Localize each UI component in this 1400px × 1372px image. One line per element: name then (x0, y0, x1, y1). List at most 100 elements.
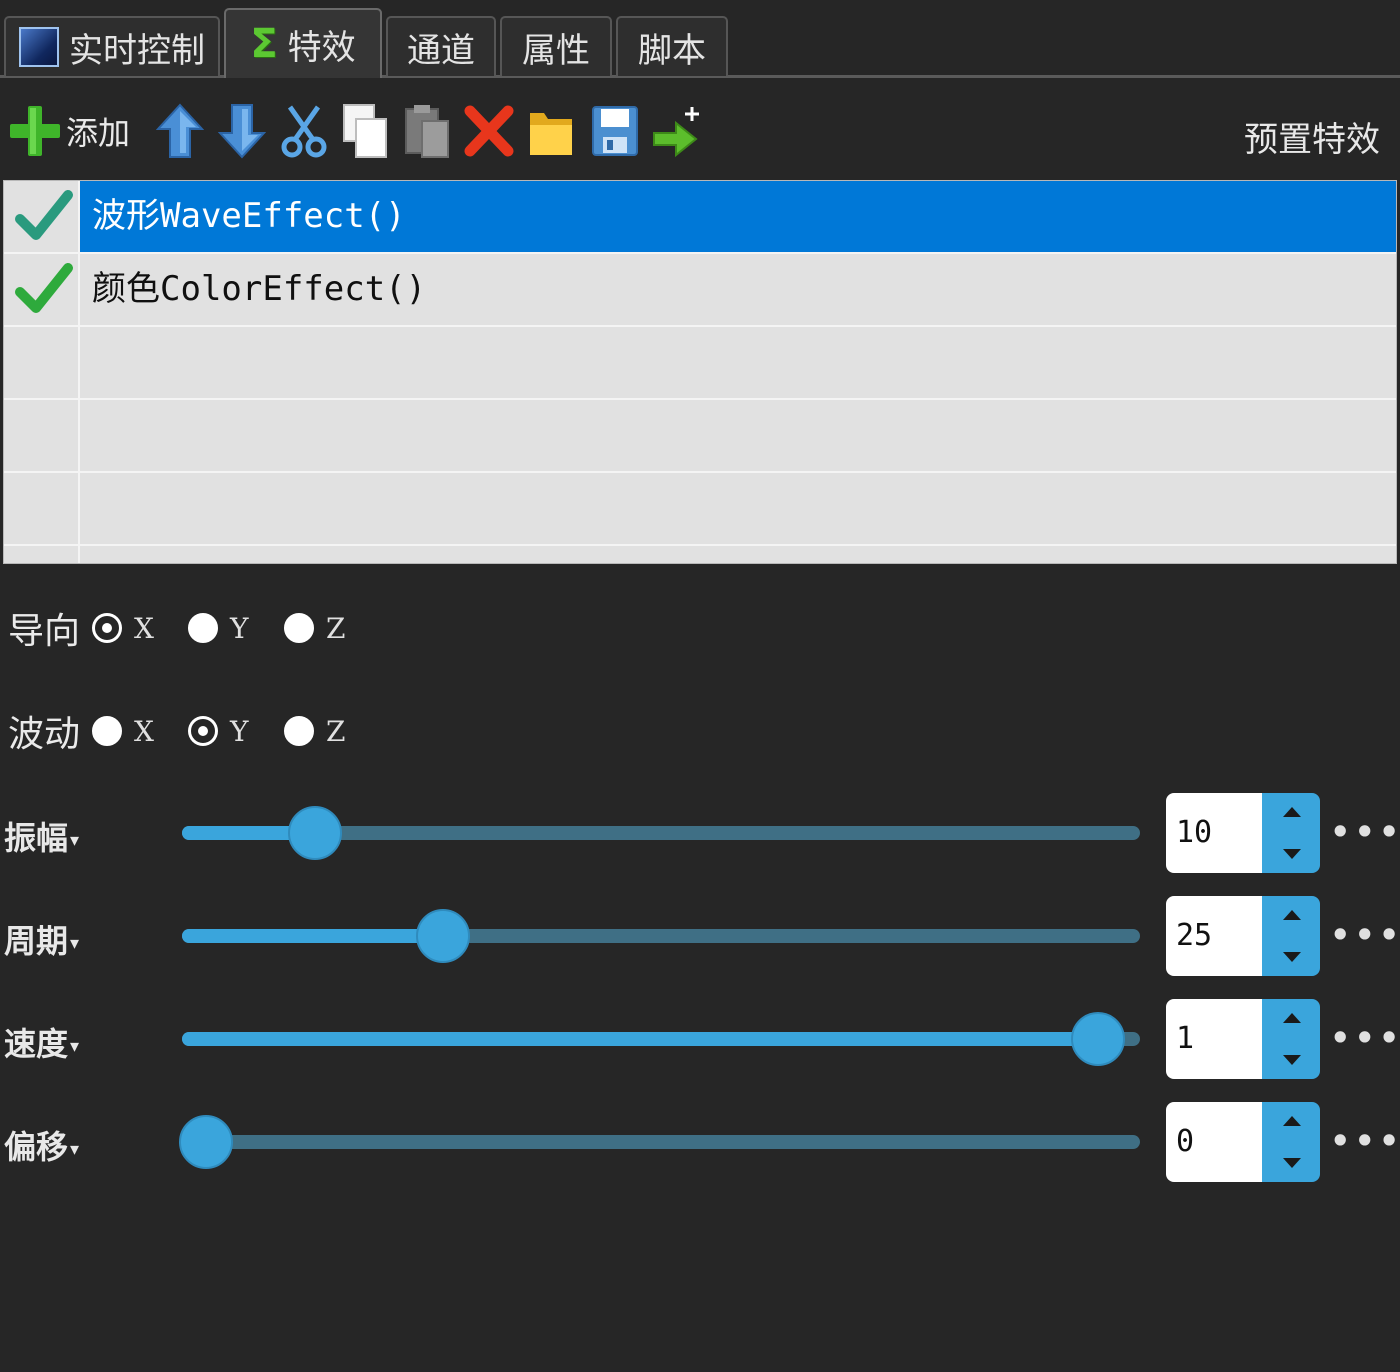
offset-slider[interactable] (179, 1115, 1140, 1169)
caret-down-icon: ▾ (70, 1138, 80, 1160)
amplitude-value-input[interactable]: 10 (1166, 793, 1262, 873)
spin-buttons (1262, 793, 1320, 873)
period-param-row: 周期 ▾ 25 ••• (0, 896, 1400, 976)
speed-value-input[interactable]: 1 (1166, 999, 1262, 1079)
radio-label: Y (230, 714, 249, 748)
wave-axis-radio-z[interactable]: Z (284, 715, 352, 748)
more-options-button[interactable]: ••• (1330, 916, 1400, 954)
empty-row (4, 327, 1396, 400)
tab-properties[interactable]: 属性 (500, 16, 612, 76)
wave-axis-radio-y[interactable]: Y (188, 715, 256, 748)
empty-row (4, 473, 1396, 546)
effect-row[interactable]: 颜色ColorEffect() (4, 254, 1396, 327)
copy-button[interactable] (340, 102, 390, 160)
tab-bar: 实时控制 Σ 特效 通道 属性 脚本 (0, 0, 1400, 78)
orientation-radio-y[interactable]: Y (188, 612, 256, 645)
offset-value-input[interactable]: 0 (1166, 1102, 1262, 1182)
radio-label: X (134, 611, 154, 645)
radio-label: Z (326, 611, 346, 645)
tab-label: 特效 (287, 27, 356, 68)
tab-realtime-control[interactable]: 实时控制 (4, 16, 220, 76)
spin-down-icon[interactable] (1283, 1055, 1301, 1065)
save-button[interactable] (590, 102, 640, 160)
radio-dot (191, 719, 215, 743)
tab-script[interactable]: 脚本 (616, 16, 728, 76)
spin-buttons (1262, 896, 1320, 976)
amplitude-dropdown[interactable]: 振幅 ▾ (4, 813, 79, 859)
spin-up-icon[interactable] (1283, 1013, 1301, 1023)
param-label: 振幅 (4, 819, 69, 857)
effect-row[interactable]: 波形WaveEffect() (4, 181, 1396, 254)
speed-slider[interactable] (182, 1012, 1140, 1066)
tab-label: 实时控制 (69, 30, 205, 71)
spin-down-icon[interactable] (1283, 849, 1301, 859)
offset-dropdown[interactable]: 偏移 ▾ (4, 1122, 79, 1168)
effect-list: 波形WaveEffect() 颜色ColorEffect() (3, 180, 1397, 564)
cut-icon (281, 105, 327, 158)
save-icon (592, 106, 638, 156)
wave-axis-label: 波动 (8, 714, 81, 755)
orientation-radio-x[interactable]: X (92, 612, 160, 645)
slider-thumb[interactable] (1070, 1012, 1125, 1066)
move-up-button[interactable] (156, 102, 204, 160)
radio-dot (188, 613, 218, 643)
spin-buttons (1262, 1102, 1320, 1182)
wave-axis-radio-group: 波动 X Y Z (8, 706, 380, 756)
checkmark-icon[interactable] (14, 187, 74, 247)
spin-up-icon[interactable] (1283, 910, 1301, 920)
tab-label: 通道 (407, 30, 475, 71)
orientation-radio-z[interactable]: Z (284, 612, 352, 645)
amplitude-slider[interactable] (182, 806, 1140, 860)
period-slider[interactable] (182, 909, 1140, 963)
preset-effects-link[interactable]: 预置特效 (1244, 112, 1380, 161)
delete-button[interactable] (464, 102, 514, 160)
slider-thumb[interactable] (179, 1115, 233, 1169)
delete-icon (464, 105, 514, 157)
param-label: 偏移 (4, 1128, 69, 1166)
spin-up-icon[interactable] (1283, 1116, 1301, 1126)
empty-row (4, 400, 1396, 473)
sigma-icon: Σ (250, 21, 278, 67)
caret-down-icon: ▾ (70, 932, 80, 954)
move-up-icon (156, 103, 204, 158)
gradient-square-icon (19, 27, 59, 67)
period-dropdown[interactable]: 周期 ▾ (4, 916, 79, 962)
tab-label: 属性 (522, 30, 590, 71)
open-button[interactable] (526, 102, 576, 160)
copy-icon (343, 104, 387, 158)
orientation-label: 导向 (8, 611, 81, 652)
orientation-radio-group: 导向 X Y Z (8, 603, 380, 653)
radio-label: Y (230, 611, 249, 645)
open-folder-icon (530, 113, 572, 155)
more-options-button[interactable]: ••• (1330, 1122, 1400, 1160)
move-down-button[interactable] (218, 102, 266, 160)
radio-dot (284, 716, 314, 746)
slider-thumb[interactable] (415, 909, 470, 963)
param-label: 速度 (4, 1025, 69, 1063)
wave-axis-radio-x[interactable]: X (92, 715, 160, 748)
more-options-button[interactable]: ••• (1330, 1019, 1400, 1057)
spin-up-icon[interactable] (1283, 807, 1301, 817)
radio-dot (284, 613, 314, 643)
spin-down-icon[interactable] (1283, 952, 1301, 962)
more-options-button[interactable]: ••• (1330, 813, 1400, 851)
paste-button[interactable] (402, 102, 452, 160)
slider-thumb[interactable] (288, 806, 343, 860)
checkmark-icon[interactable] (14, 260, 74, 320)
offset-param-row: 偏移 ▾ 0 ••• (0, 1102, 1400, 1182)
add-button-label: 添加 (66, 114, 131, 152)
cut-button[interactable] (280, 102, 328, 160)
radio-label: Z (326, 714, 346, 748)
slider-fill (182, 929, 443, 943)
spin-down-icon[interactable] (1283, 1158, 1301, 1168)
radio-dot (95, 616, 119, 640)
speed-dropdown[interactable]: 速度 ▾ (4, 1019, 79, 1065)
radio-dot (92, 716, 122, 746)
export-button[interactable] (652, 102, 704, 160)
move-down-icon (218, 104, 266, 159)
speed-param-row: 速度 ▾ 1 ••• (0, 999, 1400, 1079)
tab-channels[interactable]: 通道 (386, 16, 496, 76)
tab-effects[interactable]: Σ 特效 (224, 8, 382, 78)
add-button[interactable]: 添加 (10, 102, 130, 160)
period-value-input[interactable]: 25 (1166, 896, 1262, 976)
